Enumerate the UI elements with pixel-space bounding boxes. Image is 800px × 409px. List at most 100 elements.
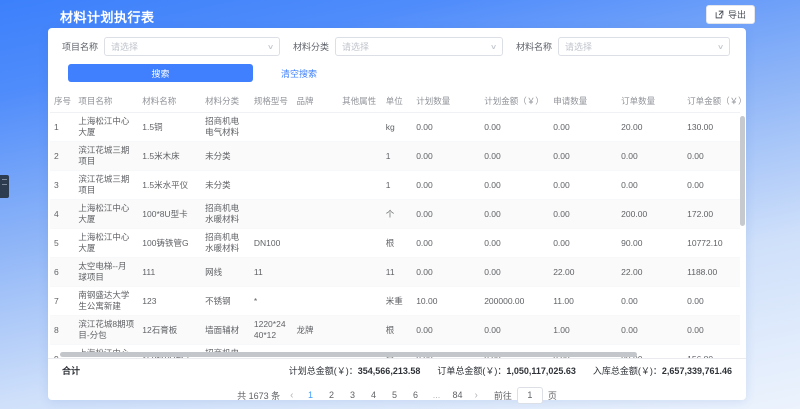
column-header: 项目名称: [74, 90, 138, 113]
table-cell: [338, 229, 382, 258]
table-cell: [338, 142, 382, 171]
table-cell: 0.00: [480, 229, 549, 258]
table-cell: 米重: [382, 287, 412, 316]
table-row[interactable]: 3滨江花城三期项目1.5米水平仪未分类10.000.000.000.000.00: [50, 171, 740, 200]
filter-material-name: 材料名称 请选择 ∨: [516, 37, 730, 56]
pagination-total: 共 1673 条: [237, 389, 280, 402]
filter-bar: 项目名称 请选择 ∨ 材料分类 请选择 ∨ 材料名称 请选择 ∨: [48, 28, 746, 56]
table-body: 1上海松江中心大厦1.5铜招商机电 电气材料kg0.000.000.0020.0…: [50, 113, 740, 366]
order-total-amount: 订单总金额(￥)：1,050,117,025.63: [437, 364, 576, 377]
table-cell: 1.5米木床: [138, 142, 201, 171]
table-cell: 1: [382, 142, 412, 171]
sidebar-handle[interactable]: [0, 175, 9, 198]
table-cell: 0.00: [480, 316, 549, 345]
table-cell: 8: [50, 316, 74, 345]
table-cell: 100铸铁管G: [138, 229, 201, 258]
table-row[interactable]: 6太空电梯--月球项目111网线11110.000.0022.0022.0011…: [50, 258, 740, 287]
project-name-select[interactable]: 请选择 ∨: [104, 37, 280, 56]
table-cell: 根: [382, 229, 412, 258]
table-cell: 0.00: [480, 171, 549, 200]
table-cell: DN100: [250, 229, 293, 258]
pagination-ellipsis[interactable]: ...: [429, 388, 443, 402]
table-cell: 上海松江中心大厦: [74, 113, 138, 142]
material-name-label: 材料名称: [516, 40, 552, 53]
table-cell: 0.00: [480, 258, 549, 287]
table-cell: 130.00: [683, 113, 740, 142]
project-name-placeholder: 请选择: [111, 40, 138, 53]
pagination-page-1[interactable]: 1: [303, 388, 317, 402]
material-name-placeholder: 请选择: [565, 40, 592, 53]
pagination-page-3[interactable]: 3: [345, 388, 359, 402]
table-cell: [292, 258, 338, 287]
pagination-pages: 123456... 84: [303, 388, 464, 402]
horizontal-scrollbar[interactable]: [60, 352, 637, 357]
column-header: 单位: [382, 90, 412, 113]
column-header: 序号: [50, 90, 74, 113]
table-cell: 南钢盛达大学生公寓新建: [74, 287, 138, 316]
page-title: 材料计划执行表: [60, 7, 155, 26]
table-header-row: 序号项目名称材料名称材料分类规格型号品牌其他属性单位计划数量计划金额（￥）申请数…: [50, 90, 740, 113]
clear-search-link[interactable]: 清空搜索: [281, 67, 317, 80]
table-cell: 20.00: [617, 113, 683, 142]
table-cell: 7: [50, 287, 74, 316]
pagination-page-4[interactable]: 4: [366, 388, 380, 402]
pagination-next-button[interactable]: ›: [472, 388, 481, 403]
table-cell: 太空电梯--月球项目: [74, 258, 138, 287]
table-cell: 根: [382, 316, 412, 345]
pagination-page-2[interactable]: 2: [324, 388, 338, 402]
column-header: 计划金额（￥）: [480, 90, 549, 113]
table-row[interactable]: 2滨江花城三期项目1.5米木床未分类10.000.000.000.000.00: [50, 142, 740, 171]
table-cell: 网线: [201, 258, 250, 287]
inbound-total-amount: 入库总金额(￥)：2,657,339,761.46: [593, 364, 732, 377]
table-cell: 0.00: [412, 142, 480, 171]
table-row[interactable]: 1上海松江中心大厦1.5铜招商机电 电气材料kg0.000.000.0020.0…: [50, 113, 740, 142]
pagination-prev-button[interactable]: ‹: [287, 388, 296, 403]
material-category-select[interactable]: 请选择 ∨: [335, 37, 503, 56]
table-cell: 10772.10: [683, 229, 740, 258]
table-cell: 不锈钢: [201, 287, 250, 316]
table-cell: 0.00: [412, 258, 480, 287]
table-cell: 1220*2440*12: [250, 316, 293, 345]
table-cell: [338, 171, 382, 200]
table-cell: 0.00: [549, 171, 617, 200]
table-cell: *: [250, 287, 293, 316]
table-row[interactable]: 5上海松江中心大厦100铸铁管G招商机电 水暖材料DN100根0.000.000…: [50, 229, 740, 258]
table-cell: 0.00: [412, 200, 480, 229]
goto-page-input[interactable]: [517, 387, 543, 404]
table-cell: 1: [50, 113, 74, 142]
table-cell: 3: [50, 171, 74, 200]
table-cell: 墙面辅材: [201, 316, 250, 345]
table-cell: 11: [382, 258, 412, 287]
search-button[interactable]: 搜索: [68, 64, 253, 82]
table-cell: [250, 171, 293, 200]
table-row[interactable]: 4上海松江中心大厦100*8U型卡招商机电 水暖材料个0.000.000.002…: [50, 200, 740, 229]
export-button[interactable]: 导出: [706, 5, 755, 24]
table-cell: 1188.00: [683, 258, 740, 287]
table-cell: 0.00: [549, 200, 617, 229]
table-cell: 10.00: [412, 287, 480, 316]
column-header: 订单金额（￥）: [683, 90, 740, 113]
action-bar: 搜索 清空搜索: [68, 64, 746, 82]
chevron-down-icon: ∨: [267, 43, 274, 51]
table-cell: 22.00: [617, 258, 683, 287]
table-row[interactable]: 7南钢盛达大学生公寓新建123不锈钢*米重10.00200000.0011.00…: [50, 287, 740, 316]
pagination-page-84[interactable]: 84: [450, 388, 464, 402]
pagination-page-6[interactable]: 6: [408, 388, 422, 402]
material-name-select[interactable]: 请选择 ∨: [558, 37, 730, 56]
table-cell: [338, 258, 382, 287]
export-label: 导出: [728, 8, 746, 21]
table-row[interactable]: 8滨江花城8期项目-分包12石膏板墙面辅材1220*2440*12龙牌根0.00…: [50, 316, 740, 345]
table-cell: [292, 171, 338, 200]
project-name-label: 项目名称: [62, 40, 98, 53]
table-cell: 招商机电 水暖材料: [201, 200, 250, 229]
table-cell: 11: [250, 258, 293, 287]
pagination-page-5[interactable]: 5: [387, 388, 401, 402]
pagination: 共 1673 条 ‹ 123456...84 › 前往 页: [48, 383, 746, 407]
table-cell: 0.00: [549, 113, 617, 142]
table-cell: 0.00: [683, 287, 740, 316]
vertical-scrollbar[interactable]: [740, 116, 745, 226]
column-header: 计划数量: [412, 90, 480, 113]
table-cell: 招商机电 水暖材料: [201, 229, 250, 258]
column-header: 品牌: [292, 90, 338, 113]
export-icon: [715, 10, 724, 19]
